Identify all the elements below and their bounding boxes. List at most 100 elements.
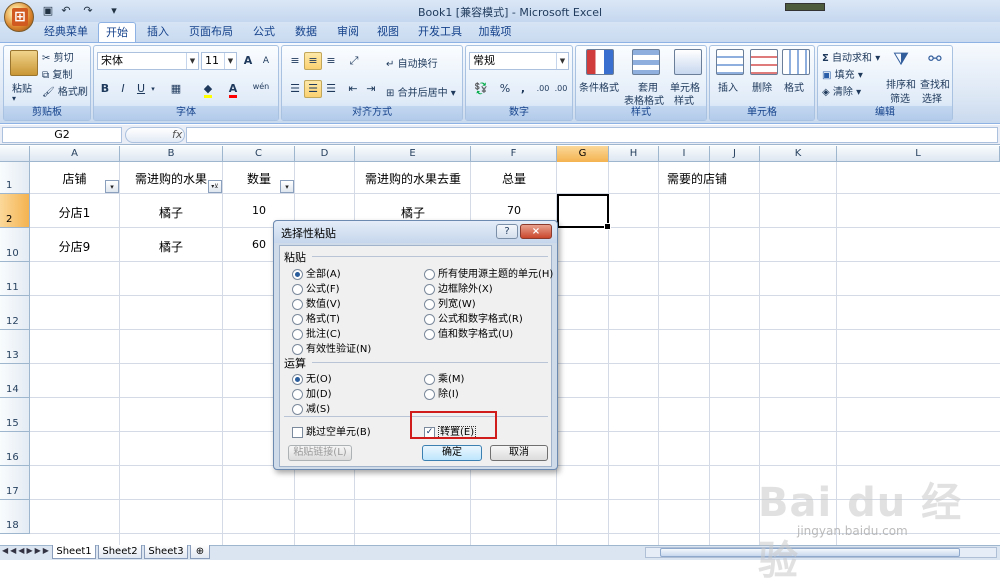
delete-cells-button[interactable]: 删除 (752, 79, 772, 94)
filter-dropdown-icon[interactable]: ▾ (280, 180, 294, 193)
copy-button[interactable]: ⧉ 复制 (42, 66, 72, 81)
radio-paste-column-widths[interactable]: 列宽(W) (424, 295, 476, 310)
undo-icon[interactable]: ↶ (58, 3, 74, 19)
fill-button[interactable]: ▣ 填充 ▾ (822, 66, 863, 81)
font-color-button[interactable]: A (222, 80, 244, 98)
align-top-button[interactable]: ≡ (286, 52, 304, 70)
border-button[interactable]: ▦ (164, 80, 188, 98)
row-header-1[interactable]: 1 (0, 162, 30, 194)
column-header-d[interactable]: D (295, 146, 355, 162)
orientation-button[interactable]: ⤢ (344, 52, 364, 70)
radio-paste-source-theme[interactable]: 所有使用源主题的单元(H) (424, 265, 553, 280)
cell-f1[interactable]: 总量 (471, 170, 557, 187)
column-header-a[interactable]: A (30, 146, 120, 162)
radio-paste-values[interactable]: 数值(V) (292, 295, 341, 310)
tab-page-layout[interactable]: 页面布局 (182, 22, 240, 42)
underline-button[interactable]: U (134, 80, 148, 98)
formula-input[interactable] (186, 127, 998, 143)
cell-e2[interactable]: 橘子 (355, 204, 471, 221)
tab-insert[interactable]: 插入 (140, 22, 176, 42)
find-select-button[interactable]: 查找和 (920, 76, 950, 91)
bold-button[interactable]: B (98, 80, 112, 98)
align-middle-button[interactable]: ≡ (304, 52, 322, 70)
column-header-k[interactable]: K (760, 146, 837, 162)
cell-g1[interactable]: 需要的店铺 (557, 170, 837, 187)
row-header-18[interactable]: 18 (0, 500, 30, 534)
cell-b10[interactable]: 橘子 (120, 238, 222, 255)
sort-filter-button[interactable]: 排序和 (886, 76, 916, 91)
grow-font-button[interactable]: A (240, 52, 256, 70)
tab-addins[interactable]: 加载项 (472, 22, 518, 42)
font-name-combo[interactable]: 宋体 ▼ (97, 52, 199, 70)
column-header-b[interactable]: B (120, 146, 223, 162)
column-header-f[interactable]: F (471, 146, 557, 162)
radio-op-add[interactable]: 加(D) (292, 385, 332, 400)
radio-paste-formulas-numbers[interactable]: 公式和数字格式(R) (424, 310, 523, 325)
decrease-decimal-button[interactable]: .00 (552, 80, 570, 98)
row-header-15[interactable]: 15 (0, 398, 30, 432)
autosum-button[interactable]: Σ 自动求和 ▾ (822, 49, 880, 64)
comma-button[interactable]: , (516, 80, 530, 98)
shrink-font-button[interactable]: A (258, 52, 274, 70)
format-cells-button[interactable]: 格式 (784, 79, 804, 94)
radio-op-multiply[interactable]: 乘(M) (424, 370, 464, 385)
decrease-indent-button[interactable]: ⇤ (344, 80, 362, 98)
filter-active-icon[interactable]: ▾⊻ (208, 180, 222, 193)
redo-icon[interactable]: ↷ (80, 3, 96, 19)
row-header-11[interactable]: 11 (0, 262, 30, 296)
radio-paste-formulas[interactable]: 公式(F) (292, 280, 340, 295)
insert-function-button[interactable]: fx (125, 127, 185, 143)
radio-paste-no-borders[interactable]: 边框除外(X) (424, 280, 493, 295)
merge-center-button[interactable]: ⊞ 合并后居中 ▾ (386, 84, 456, 99)
cell-b1[interactable]: 需进购的水果 (120, 170, 222, 187)
align-bottom-button[interactable]: ≡ (322, 52, 340, 70)
save-icon[interactable]: ▣ (40, 3, 56, 19)
cell-a2[interactable]: 分店1 (30, 204, 119, 221)
row-header-12[interactable]: 12 (0, 296, 30, 330)
radio-op-none[interactable]: 无(O) (292, 370, 332, 385)
sheet-tab-1[interactable]: Sheet1 (52, 545, 96, 559)
column-header-g[interactable]: G (557, 146, 609, 162)
radio-paste-values-numbers[interactable]: 值和数字格式(U) (424, 325, 513, 340)
align-left-button[interactable]: ☰ (286, 80, 304, 98)
ok-button[interactable]: 确定 (422, 445, 482, 461)
filter-dropdown-icon[interactable]: ▾ (105, 180, 119, 193)
font-size-combo[interactable]: 11 ▼ (201, 52, 237, 70)
cell-e1[interactable]: 需进购的水果去重 (355, 170, 471, 187)
increase-decimal-button[interactable]: .00 (534, 80, 552, 98)
row-header-13[interactable]: 13 (0, 330, 30, 364)
align-right-button[interactable]: ☰ (322, 80, 340, 98)
tab-view[interactable]: 视图 (370, 22, 406, 42)
fill-color-button[interactable]: ◆ (196, 80, 220, 98)
format-painter-button[interactable]: 🖌 格式刷 (42, 83, 88, 98)
cell-a10[interactable]: 分店9 (30, 238, 119, 255)
tab-data[interactable]: 数据 (288, 22, 324, 42)
fill-handle[interactable] (604, 223, 611, 230)
conditional-format-button[interactable]: 条件格式 (579, 79, 619, 94)
paste-dropdown-icon[interactable]: ▾ (12, 94, 16, 103)
radio-paste-all[interactable]: 全部(A) (292, 265, 341, 280)
tab-home[interactable]: 开始 (98, 22, 136, 42)
row-header-14[interactable]: 14 (0, 364, 30, 398)
column-header-c[interactable]: C (223, 146, 295, 162)
cell-b2[interactable]: 橘子 (120, 204, 222, 221)
sheet-nav-arrows-icon[interactable]: ◀◀◀▶▶▶ (2, 546, 50, 555)
row-header-2[interactable]: 2 (0, 194, 30, 228)
sheet-tab-2[interactable]: Sheet2 (98, 545, 142, 559)
paste-link-button[interactable]: 粘贴链接(L) (288, 445, 352, 461)
row-header-16[interactable]: 16 (0, 432, 30, 466)
wrap-text-button[interactable]: ↵ 自动换行 (386, 55, 438, 70)
insert-cells-button[interactable]: 插入 (718, 79, 738, 94)
tab-developer[interactable]: 开发工具 (412, 22, 468, 42)
paste-button[interactable]: 粘贴 (12, 80, 32, 95)
column-header-e[interactable]: E (355, 146, 471, 162)
number-format-combo[interactable]: 常规 ▼ (469, 52, 569, 70)
cell-c2[interactable]: 10 (223, 204, 295, 217)
name-box[interactable]: G2 (2, 127, 122, 143)
insert-sheet-icon[interactable]: ⊕ (190, 545, 210, 559)
sheet-tab-3[interactable]: Sheet3 (144, 545, 188, 559)
align-center-button[interactable]: ☰ (304, 80, 322, 98)
row-header-17[interactable]: 17 (0, 466, 30, 500)
cancel-button[interactable]: 取消 (490, 445, 548, 461)
radio-paste-validation[interactable]: 有效性验证(N) (292, 340, 371, 355)
